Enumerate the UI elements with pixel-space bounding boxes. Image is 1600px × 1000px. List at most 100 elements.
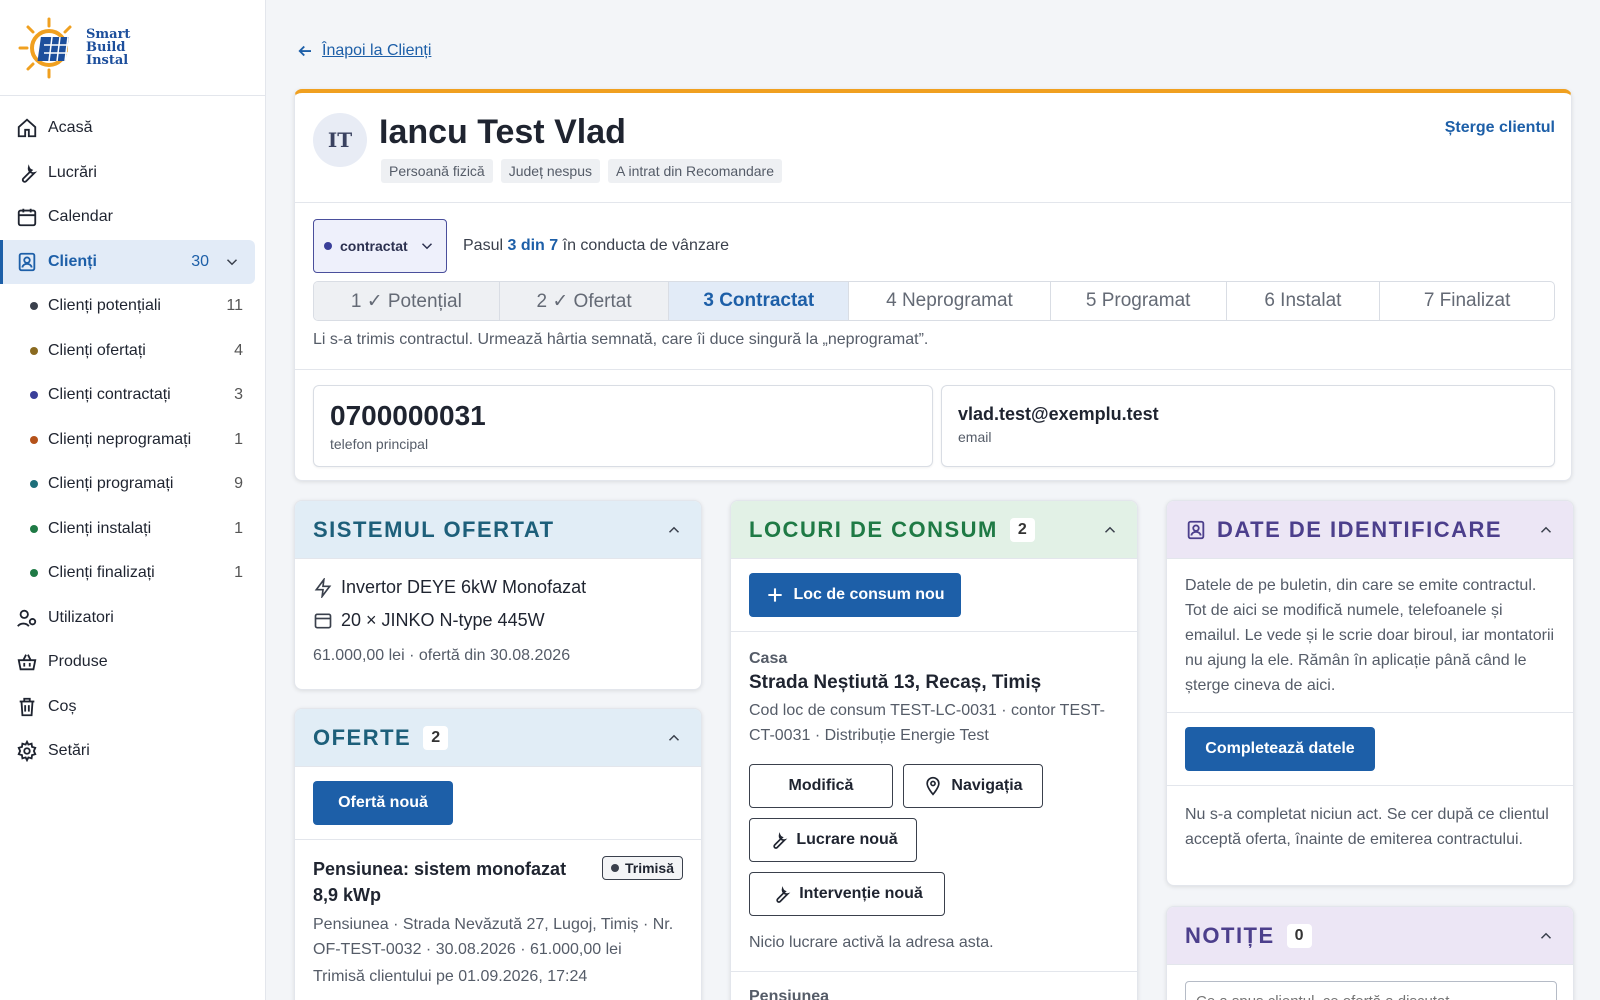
identification-note-wrap: Nu s-a completat niciun act. Se cer după…: [1167, 786, 1573, 868]
note-input[interactable]: [1185, 981, 1557, 1000]
trash-icon: [19, 697, 35, 716]
wrench-icon: [21, 164, 38, 183]
sidebar-item-products[interactable]: Produse: [0, 640, 265, 685]
sidebar-subitem-count: 9: [234, 475, 243, 493]
offer-item[interactable]: Pensiunea: sistem monofazat 8,9 kWp Trim…: [295, 840, 701, 989]
consumption-places-card: LOCURI DE CONSUM 2 Loc de consum nou Cas…: [730, 500, 1138, 1000]
new-offer-button[interactable]: Ofertă nouă: [313, 781, 453, 825]
sidebar-subitem-label: Clienți contractați: [48, 386, 171, 404]
location-address: Strada Neștiută 13, Recaș, Timiș: [749, 672, 1042, 693]
stage-row: contractat Pasul 3 din 7 în conducta de …: [313, 219, 729, 273]
system-meta: 61.000,00 lei · ofertă din 30.08.2026: [313, 647, 571, 664]
delete-client-button[interactable]: Șterge clientul: [1445, 119, 1555, 137]
inverter-line: Invertor DEYE 6kW Monofazat: [313, 577, 701, 598]
sidebar-item-trash[interactable]: Coș: [0, 685, 265, 730]
wrench-icon: [773, 832, 788, 849]
divider: [295, 369, 1571, 370]
offer-meta: Pensiunea · Strada Nevăzută 27, Lugoj, T…: [313, 916, 674, 958]
new-intervention-button[interactable]: Intervenție nouă: [749, 872, 945, 916]
new-location-label: Loc de consum nou: [793, 586, 945, 603]
step-potential[interactable]: 1 ✓ Potențial: [314, 282, 500, 320]
sidebar-subitem-potential[interactable]: Clienți potențiali 11: [0, 284, 265, 329]
step-highlight: 3 din 7: [507, 237, 559, 254]
sidebar-subitem-count: 1: [234, 564, 243, 582]
sidebar-item-users[interactable]: Utilizatori: [0, 596, 265, 641]
chevron-up-icon[interactable]: [1537, 521, 1555, 539]
email-box[interactable]: vlad.test@exemplu.test email: [941, 385, 1555, 467]
back-link-label: Înapoi la Clienți: [322, 42, 432, 59]
client-head: IT Iancu Test Vlad Persoană fizică Județ…: [295, 93, 1571, 203]
offers-actions: Ofertă nouă: [295, 767, 701, 840]
chevron-up-icon[interactable]: [1101, 521, 1119, 539]
location-meta: Cod loc de consum TEST-LC-0031 · contor …: [749, 702, 1106, 744]
sidebar: Smart Build Instal Acasă Lucrări Calenda…: [0, 0, 266, 1000]
sidebar-subitem-label: Clienți finalizați: [48, 564, 155, 582]
location-actions-row-3: Intervenție nouă: [749, 872, 1119, 916]
chevron-up-icon[interactable]: [665, 521, 683, 539]
chevron-down-icon: [421, 243, 432, 250]
step-installed[interactable]: 6 Instalat: [1227, 282, 1381, 320]
sidebar-item-clients[interactable]: Clienți 30: [0, 239, 255, 284]
chevron-up-icon[interactable]: [665, 729, 683, 747]
sidebar-subitem-scheduled[interactable]: Clienți programați 9: [0, 462, 265, 507]
offers-header[interactable]: OFERTE 2: [295, 709, 701, 767]
identification-header[interactable]: DATE DE IDENTIFICARE: [1167, 501, 1573, 559]
sidebar-subitem-finalized[interactable]: Clienți finalizați 1: [0, 551, 265, 596]
step-suffix: în conducta de vânzare: [562, 237, 729, 254]
section-title: OFERTE: [313, 724, 412, 750]
chevron-up-icon[interactable]: [1537, 927, 1555, 945]
chevron-down-icon[interactable]: [223, 253, 241, 271]
phone-box[interactable]: 0700000031 telefon principal: [313, 385, 933, 467]
sidebar-subitem-installed[interactable]: Clienți instalați 1: [0, 507, 265, 552]
consumption-places-header[interactable]: LOCURI DE CONSUM 2: [731, 501, 1137, 559]
offered-system-header[interactable]: SISTEMUL OFERTAT: [295, 501, 701, 559]
navigation-button[interactable]: Navigația: [903, 764, 1043, 808]
edit-location-button[interactable]: Modifică: [749, 764, 893, 808]
arrow-left-icon: [298, 45, 311, 57]
step-finalized[interactable]: 7 Finalizat: [1380, 282, 1554, 320]
sidebar-item-count: 30: [191, 252, 209, 270]
sidebar-item-label: Lucrări: [48, 163, 97, 181]
new-location-button[interactable]: Loc de consum nou: [749, 573, 961, 617]
section-title-wrap: DATE DE IDENTIFICARE: [1185, 517, 1537, 543]
step-text: Pasul 3 din 7 în conducta de vânzare: [463, 237, 729, 255]
basket-icon: [17, 654, 37, 671]
sidebar-item-settings[interactable]: Setări: [0, 729, 265, 774]
step-contracted[interactable]: 3 Contractat: [669, 282, 850, 320]
back-to-clients-link[interactable]: Înapoi la Clienți: [296, 42, 431, 60]
new-work-button[interactable]: Lucrare nouă: [749, 818, 917, 862]
stage-select[interactable]: contractat: [313, 219, 447, 273]
offer-sent-date: Trimisă clientului pe 01.09.2026, 17:24: [313, 968, 588, 985]
step-scheduled[interactable]: 5 Programat: [1051, 282, 1227, 320]
step-unscheduled[interactable]: 4 Neprogramat: [849, 282, 1051, 320]
status-dot: [30, 302, 38, 311]
solar-panel-icon: [314, 613, 332, 628]
sidebar-item-works[interactable]: Lucrări: [0, 151, 265, 196]
location-label: Pensiunea: [749, 988, 830, 1000]
notes-count-badge: 0: [1286, 923, 1312, 948]
status-dot: [30, 346, 38, 355]
notes-header[interactable]: NOTIȚE 0: [1167, 907, 1573, 965]
status-dot: [610, 864, 619, 872]
sidebar-nav: Acasă Lucrări Calendar Clienți 30 Clienț…: [0, 96, 265, 774]
location-actions-row-1: Modifică Navigația: [749, 764, 1119, 808]
step-offered[interactable]: 2 ✓ Ofertat: [499, 282, 670, 320]
section-title: DATE DE IDENTIFICARE: [1217, 516, 1503, 542]
panels-text: 20 × JINKO N-type 445W: [341, 610, 545, 630]
avatar: IT: [313, 113, 367, 167]
sidebar-subitem-offered[interactable]: Clienți ofertați 4: [0, 329, 265, 374]
sidebar-subitem-label: Clienți instalați: [48, 519, 152, 537]
new-intervention-label: Intervenție nouă: [799, 885, 923, 902]
sidebar-subitem-contracted[interactable]: Clienți contractați 3: [0, 373, 265, 418]
sidebar-subitem-unscheduled[interactable]: Clienți neprogramați 1: [0, 418, 265, 463]
brand-logo[interactable]: Smart Build Instal: [0, 0, 265, 96]
sidebar-item-label: Produse: [48, 653, 108, 671]
location-actions-row-2: Lucrare nouă: [749, 818, 1119, 862]
sidebar-item-label: Clienți: [48, 252, 97, 270]
home-icon: [17, 118, 37, 138]
stage-value: contractat: [340, 238, 408, 254]
complete-data-button[interactable]: Completează datele: [1185, 727, 1375, 771]
sidebar-item-home[interactable]: Acasă: [0, 106, 265, 151]
user-settings-icon: [17, 609, 37, 627]
sidebar-item-calendar[interactable]: Calendar: [0, 195, 265, 240]
